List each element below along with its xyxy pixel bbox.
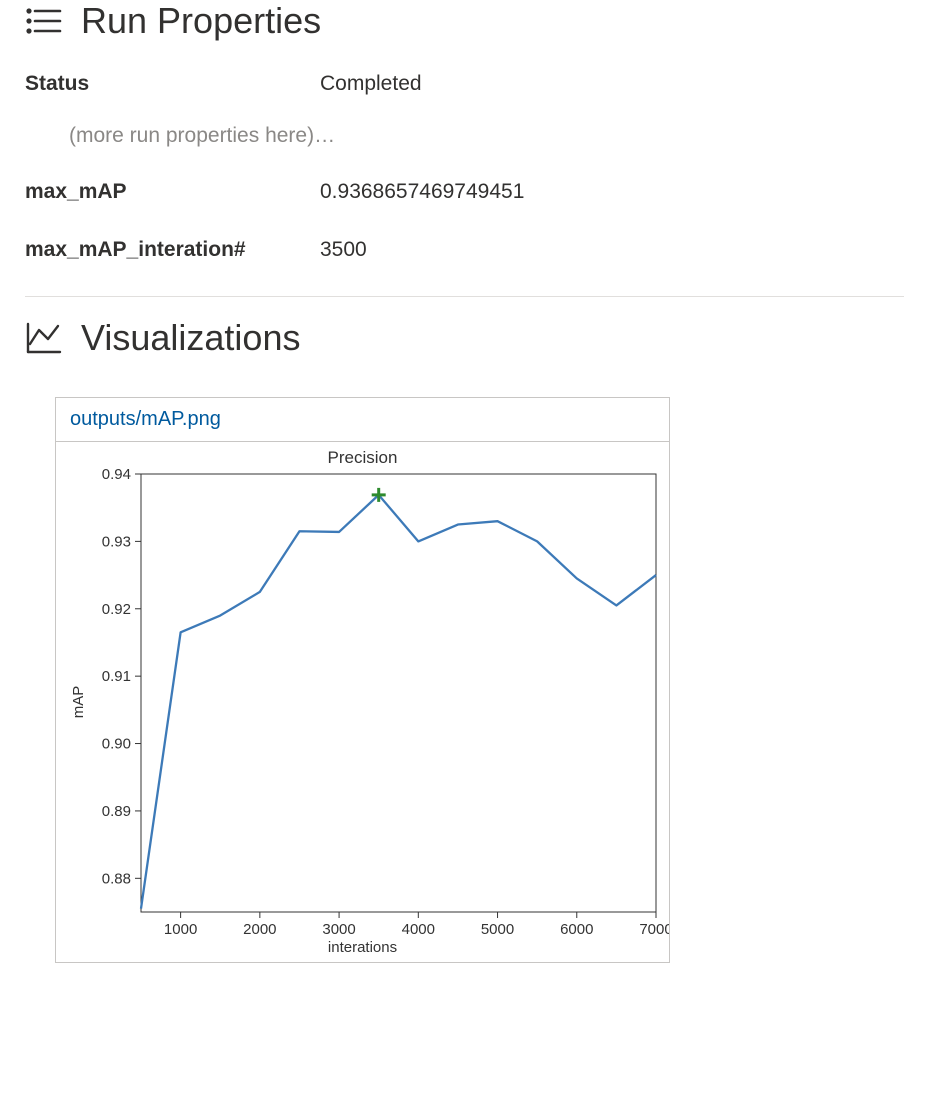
chart-card: outputs/mAP.png Precision mAP interation…: [55, 397, 670, 963]
chart-svg: 0.88 0.89 0.90 0.91 0.92 0.93 0.94 1000 2000 3000…: [56, 442, 669, 962]
svg-text:3000: 3000: [322, 921, 355, 938]
svg-text:7000: 7000: [639, 921, 669, 938]
svg-text:0.88: 0.88: [102, 870, 131, 887]
max-map-iter-label: max_mAP_interation#: [25, 238, 320, 262]
max-map-value: 0.9368657469749451: [320, 180, 524, 204]
svg-text:1000: 1000: [164, 921, 197, 938]
property-row-status: Status Completed: [25, 72, 904, 96]
chart-xlabel: interations: [56, 939, 669, 956]
chart-title: Precision: [56, 448, 669, 468]
status-value: Completed: [320, 72, 422, 96]
chart-ylabel: mAP: [70, 686, 87, 719]
svg-text:0.91: 0.91: [102, 668, 131, 685]
svg-text:0.90: 0.90: [102, 736, 131, 753]
chart-tab[interactable]: outputs/mAP.png: [56, 398, 669, 442]
run-properties-title: Run Properties: [81, 0, 321, 42]
svg-text:0.93: 0.93: [102, 533, 131, 550]
svg-text:6000: 6000: [560, 921, 593, 938]
svg-text:0.89: 0.89: [102, 803, 131, 820]
max-map-label: max_mAP: [25, 180, 320, 204]
line-chart-icon: [25, 319, 63, 357]
visualizations-header: Visualizations: [25, 317, 904, 359]
visualizations-title: Visualizations: [81, 317, 300, 359]
run-properties-header: Run Properties: [25, 0, 904, 42]
visualizations-section: Visualizations outputs/mAP.png Precision…: [25, 317, 904, 963]
section-divider: [25, 296, 904, 297]
svg-text:5000: 5000: [481, 921, 514, 938]
svg-text:0.94: 0.94: [102, 466, 131, 483]
chart-body: Precision mAP interations 0.880.890.900.…: [56, 442, 669, 962]
status-label: Status: [25, 72, 320, 96]
list-icon: [25, 2, 63, 40]
max-map-iter-value: 3500: [320, 238, 367, 262]
property-row-max-map: max_mAP 0.9368657469749451: [25, 180, 904, 204]
run-properties-section: Run Properties Status Completed (more ru…: [25, 0, 904, 262]
more-properties-placeholder: (more run properties here)…: [69, 124, 904, 148]
property-row-max-map-iter: max_mAP_interation# 3500: [25, 238, 904, 262]
svg-text:4000: 4000: [402, 921, 435, 938]
svg-text:0.92: 0.92: [102, 601, 131, 618]
svg-text:2000: 2000: [243, 921, 276, 938]
